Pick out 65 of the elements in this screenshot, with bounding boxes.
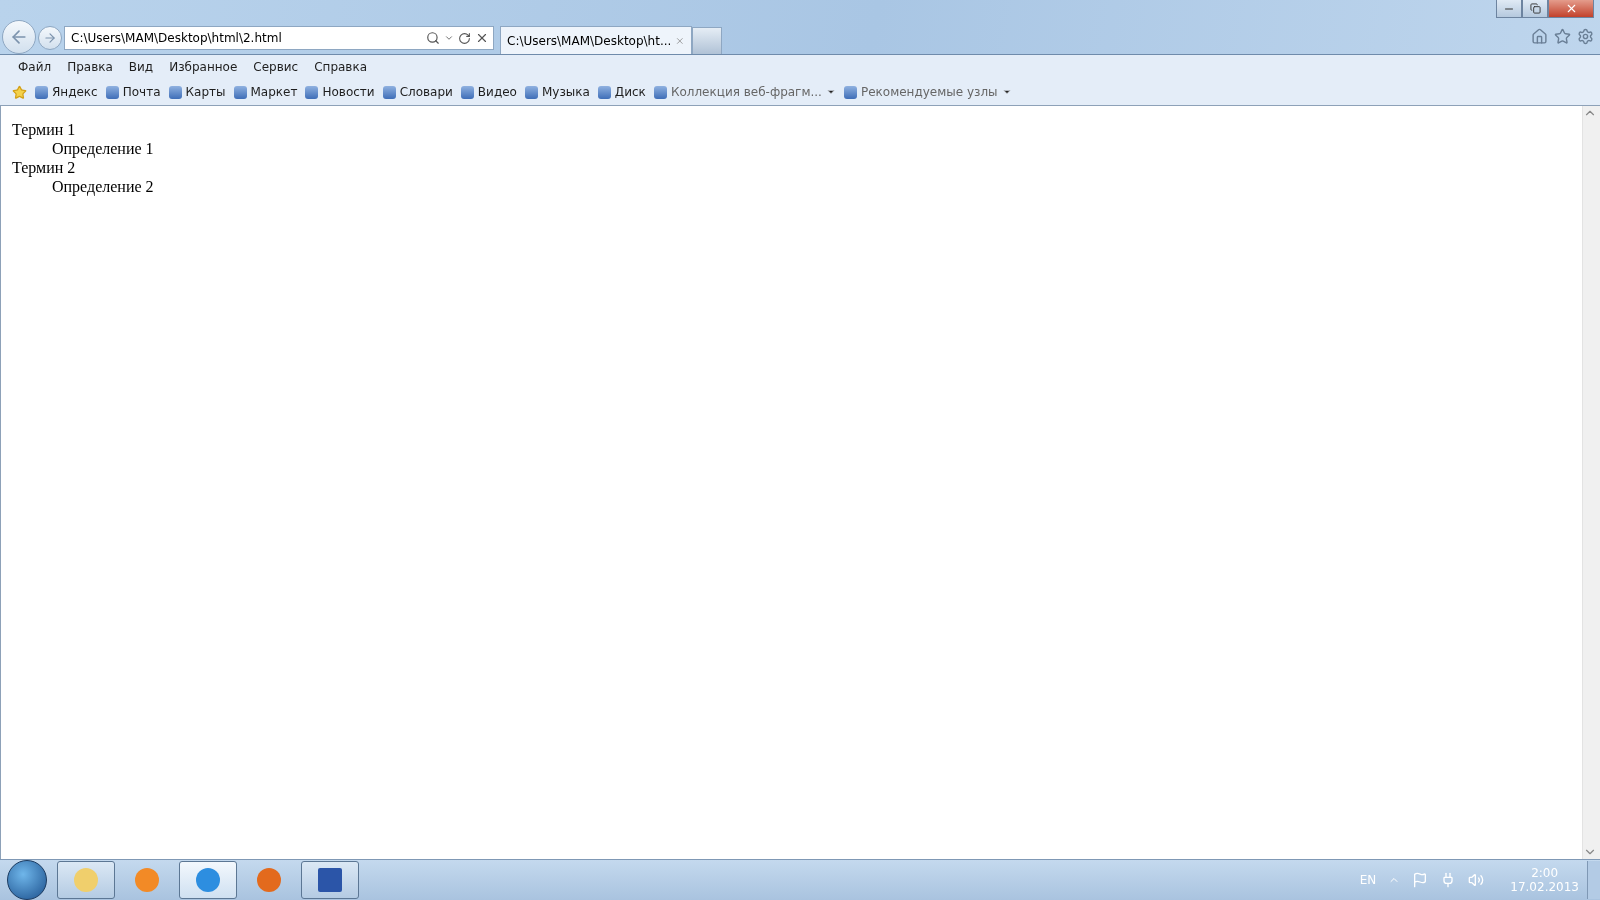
definition-term: Термин 1: [12, 120, 77, 139]
app-icon: [74, 868, 98, 892]
close-button[interactable]: [1548, 0, 1594, 18]
favorite-link[interactable]: Словари: [382, 85, 453, 99]
show-desktop-button[interactable]: [1587, 861, 1600, 899]
menu-item[interactable]: Файл: [10, 60, 60, 74]
favorite-link[interactable]: Музыка: [524, 85, 590, 99]
favorite-link[interactable]: Почта: [105, 85, 161, 99]
close-icon[interactable]: [475, 31, 489, 45]
refresh-icon[interactable]: [458, 31, 471, 45]
restore-button[interactable]: [1522, 0, 1548, 18]
menu-item[interactable]: Правка: [59, 60, 121, 74]
start-button[interactable]: [7, 860, 47, 900]
favorite-link[interactable]: Карты: [168, 85, 226, 99]
settings-icon[interactable]: [1577, 28, 1594, 45]
app-icon: [135, 868, 159, 892]
menu-item[interactable]: Избранное: [161, 60, 246, 74]
caret-icon[interactable]: [444, 33, 454, 43]
flag-icon[interactable]: [1412, 872, 1429, 888]
back-button[interactable]: [2, 20, 36, 54]
bookmark-icon: [105, 85, 119, 99]
forward-button[interactable]: [38, 26, 62, 50]
star-icon[interactable]: [12, 84, 27, 100]
bookmark-icon: [843, 85, 857, 99]
browser-tab[interactable]: C:\Users\MAM\Desktop\ht...: [500, 26, 692, 54]
definition-term: Термин 2: [12, 158, 77, 177]
favorite-link[interactable]: Видео: [460, 85, 517, 99]
taskbar-app[interactable]: [301, 861, 359, 899]
caret-icon: [1001, 87, 1012, 97]
favorite-link[interactable]: Маркет: [233, 85, 298, 99]
bookmark-icon: [597, 85, 611, 99]
app-icon: [257, 868, 281, 892]
favorite-link[interactable]: Яндекс: [35, 85, 98, 99]
favorite-link[interactable]: Коллекция веб-фрагм...: [653, 85, 836, 99]
app-icon: [196, 868, 220, 892]
bookmark-icon: [524, 85, 538, 99]
home-icon[interactable]: [1531, 28, 1548, 45]
address-bar[interactable]: C:\Users\MAM\Desktop\html\2.html: [64, 26, 494, 50]
bookmark-icon: [305, 85, 319, 99]
restore-icon: [1529, 3, 1541, 14]
bookmark-icon: [460, 85, 474, 99]
star-icon[interactable]: [1554, 28, 1571, 45]
minimize-button[interactable]: [1496, 0, 1522, 18]
bookmark-icon: [382, 85, 396, 99]
forward-arrow-icon: [43, 31, 57, 45]
definition-text: Определение 1: [52, 139, 155, 158]
bookmark-icon: [233, 85, 247, 99]
bookmark-icon: [35, 85, 48, 99]
app-icon: [318, 868, 342, 892]
bookmark-icon: [653, 85, 667, 99]
menu-item[interactable]: Сервис: [245, 60, 307, 74]
scrollbar[interactable]: [1582, 106, 1600, 859]
favorite-link[interactable]: Новости: [305, 85, 375, 99]
favorite-link[interactable]: Рекомендуемые узлы: [843, 85, 1012, 99]
volume-icon[interactable]: [1468, 872, 1485, 888]
taskbar-app[interactable]: [179, 861, 237, 899]
definition-text: Определение 2: [52, 177, 155, 196]
favorite-link[interactable]: Диск: [597, 85, 646, 99]
menu-item[interactable]: Справка: [306, 60, 376, 74]
menu-item[interactable]: Вид: [120, 60, 162, 74]
taskbar-app[interactable]: [57, 861, 115, 899]
search-icon[interactable]: [426, 31, 440, 45]
caret-icon: [825, 87, 836, 97]
new-tab-button[interactable]: [692, 27, 722, 54]
bookmark-icon: [168, 85, 182, 99]
